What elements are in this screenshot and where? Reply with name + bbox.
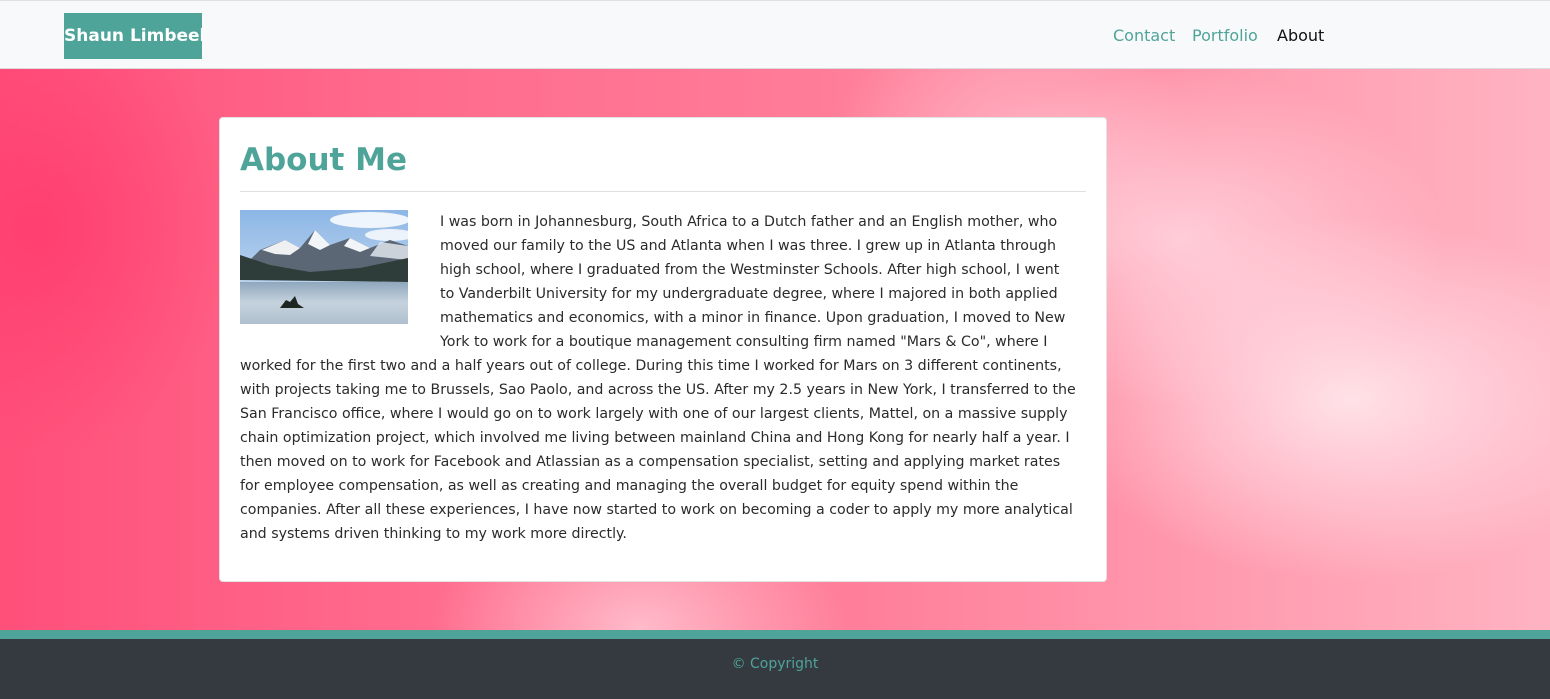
nav-links: Contact Portfolio About <box>1113 24 1327 48</box>
nav-link-portfolio[interactable]: Portfolio <box>1192 24 1277 48</box>
navbar: Shaun Limbeek Contact Portfolio About <box>0 0 1550 69</box>
brand-logo-link[interactable]: Shaun Limbeek <box>64 13 202 59</box>
mountain-lake-photo <box>240 210 408 324</box>
footer: © Copyright <box>0 639 1550 699</box>
copyright-text: © Copyright <box>731 656 819 672</box>
mountain-lake-illustration <box>240 210 408 324</box>
nav-link-contact[interactable]: Contact <box>1113 24 1192 48</box>
footer-accent-bar <box>0 630 1550 639</box>
about-title: About Me <box>240 142 408 178</box>
title-divider <box>240 191 1086 192</box>
about-body: I was born in Johannesburg, South Africa… <box>240 210 1076 546</box>
nav-link-about[interactable]: About <box>1277 24 1327 48</box>
about-card: About Me I was born in Johannesburg, Sou… <box>219 117 1107 582</box>
